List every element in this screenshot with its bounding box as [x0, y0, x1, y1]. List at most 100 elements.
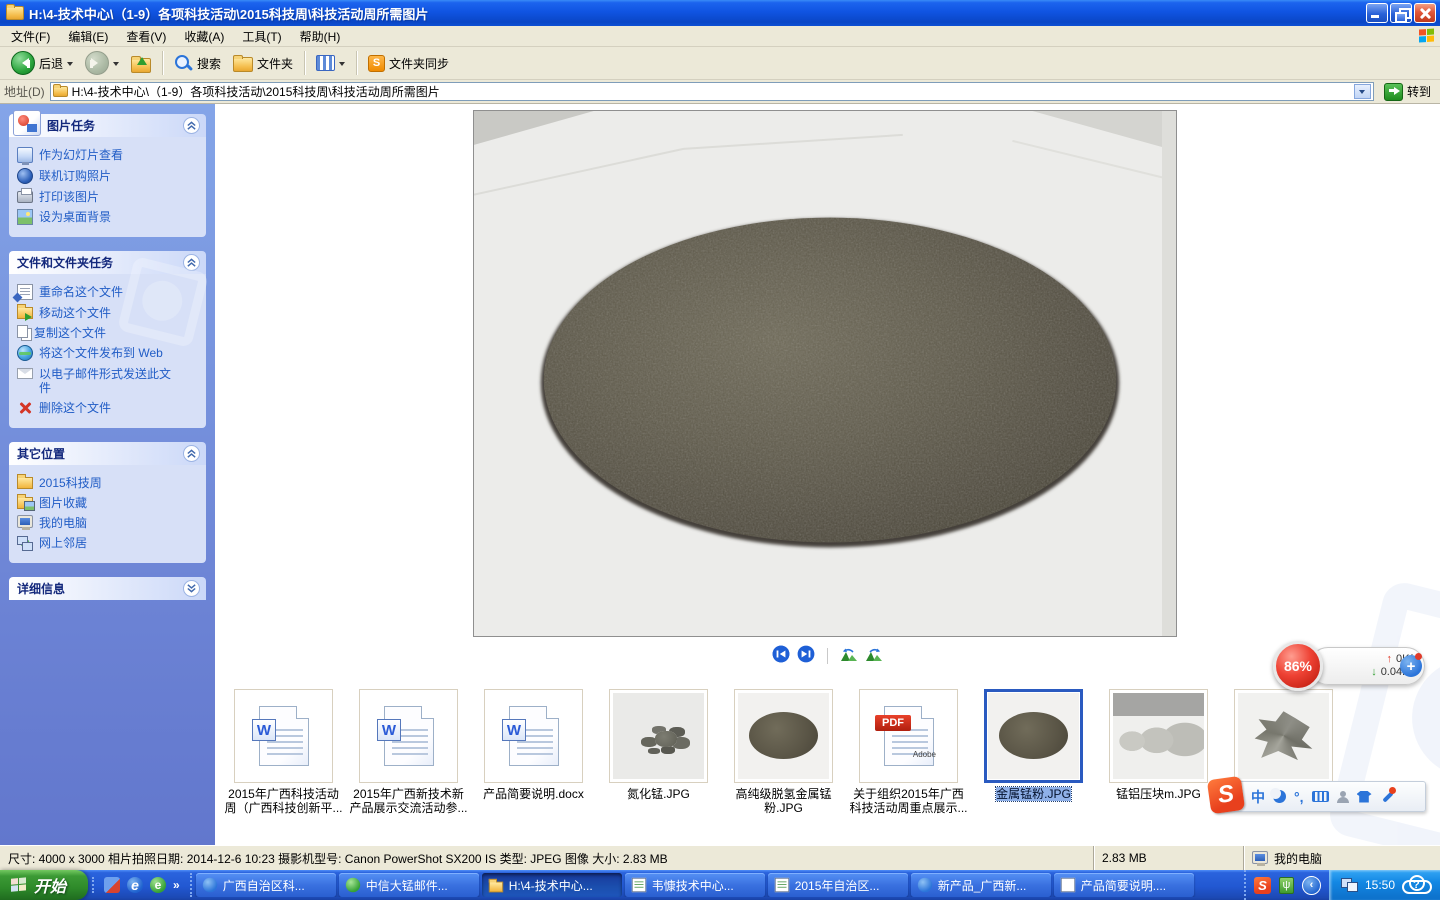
- task-link[interactable]: 删除这个文件: [17, 398, 200, 419]
- thumbnail-label[interactable]: 关于组织2015年广西科技活动周重点展示...: [848, 787, 969, 815]
- thumbnail-label[interactable]: 2015年广西新技术新产品展示交流活动参...: [348, 787, 469, 815]
- task-link[interactable]: 将这个文件发布到 Web: [17, 343, 200, 364]
- thumbnail[interactable]: W 2015年广西新技术新产品展示交流活动参...: [348, 689, 469, 815]
- menu-item[interactable]: 工具(T): [233, 28, 290, 46]
- thumbnail-label[interactable]: 高纯级脱氢金属锰粉.JPG: [723, 787, 844, 815]
- task-icon: [17, 191, 33, 203]
- skin-icon[interactable]: [1357, 791, 1372, 803]
- settings-wrench-icon[interactable]: [1380, 790, 1394, 804]
- thumbnail-label[interactable]: 金属锰粉.JPG: [996, 787, 1071, 801]
- thumbnail-label[interactable]: 锰铝压块m.JPG: [1116, 787, 1201, 801]
- ime-mode-chinese[interactable]: 中: [1251, 790, 1265, 804]
- thumbnail-label[interactable]: 2015年广西科技活动周（广西科技创新平...: [223, 787, 344, 815]
- close-button[interactable]: [1414, 3, 1436, 23]
- back-button[interactable]: 后退: [6, 49, 78, 77]
- sogou-logo-icon[interactable]: S: [1207, 775, 1245, 813]
- thumbnail[interactable]: W 2015年广西科技活动周（广西科技创新平...: [223, 689, 344, 815]
- expand-chevron-icon[interactable]: [183, 580, 200, 597]
- thumbnail[interactable]: 高纯级脱氢金属锰粉.JPG: [723, 689, 844, 815]
- quick-launch-app-icon[interactable]: [104, 877, 120, 893]
- thumbnail[interactable]: W 产品简要说明.docx: [473, 689, 594, 815]
- taskbar-window-button[interactable]: 新产品_广西新...: [911, 873, 1051, 897]
- network-icon[interactable]: [1341, 878, 1358, 892]
- thumbnail-image[interactable]: [734, 689, 833, 783]
- address-input[interactable]: H:\4-技术中心\（1-9）各项科技活动\2015科技周\科技活动周所需图片: [50, 82, 1374, 101]
- menu-item[interactable]: 编辑(E): [59, 28, 117, 46]
- punctuation-icon[interactable]: °,: [1294, 790, 1304, 804]
- thumbnail-image[interactable]: W: [359, 689, 458, 783]
- task-link[interactable]: 打印该图片: [17, 187, 200, 207]
- folders-button[interactable]: 文件夹: [228, 52, 298, 74]
- thumbnail-image[interactable]: PDF Adobe: [859, 689, 958, 783]
- address-dropdown-icon[interactable]: [1354, 84, 1371, 99]
- thumbnail-label[interactable]: 产品简要说明.docx: [483, 787, 584, 801]
- person-icon[interactable]: [1337, 791, 1349, 803]
- sogou-tray-icon[interactable]: S: [1254, 877, 1271, 894]
- panel-header[interactable]: 详细信息: [9, 577, 206, 600]
- thumbnail[interactable]: PDF Adobe 关于组织2015年广西科技活动周重点展示...: [848, 689, 969, 815]
- clock[interactable]: 15:50: [1365, 878, 1395, 892]
- search-button[interactable]: 搜索: [169, 52, 226, 75]
- panel-header[interactable]: 图片任务: [9, 114, 206, 137]
- thumbnail[interactable]: 锰铝压块m.JPG: [1098, 689, 1219, 815]
- taskbar-window-button[interactable]: 中信大锰邮件...: [339, 873, 479, 897]
- place-link[interactable]: 2015科技周: [17, 473, 200, 493]
- green-browser-icon[interactable]: e: [150, 877, 166, 893]
- back-dropdown-icon[interactable]: [67, 62, 73, 69]
- place-link[interactable]: 我的电脑: [17, 513, 200, 533]
- collapse-tray-icon[interactable]: ‹: [1302, 876, 1321, 895]
- plus-button[interactable]: +: [1400, 655, 1422, 677]
- place-link[interactable]: 网上邻居: [17, 533, 200, 554]
- thumbnail-image[interactable]: [609, 689, 708, 783]
- previous-image-button[interactable]: [772, 645, 790, 666]
- thumbnail-image[interactable]: [1109, 689, 1208, 783]
- thumbnail-image[interactable]: [984, 689, 1083, 783]
- views-dropdown-icon[interactable]: [339, 62, 345, 69]
- taskbar-window-button[interactable]: H:\4-技术中心...: [482, 873, 622, 897]
- collapse-chevron-icon[interactable]: [183, 117, 200, 134]
- menu-item[interactable]: 帮助(H): [291, 28, 350, 46]
- forward-dropdown-icon[interactable]: [113, 62, 119, 69]
- keyboard-icon[interactable]: [1312, 791, 1329, 802]
- thumbnail[interactable]: 氮化锰.JPG: [598, 689, 719, 815]
- thumbnail[interactable]: 金属锰粉.JPG: [973, 689, 1094, 815]
- views-button[interactable]: [311, 53, 350, 73]
- place-link[interactable]: 图片收藏: [17, 493, 200, 513]
- place-icon: [17, 477, 33, 489]
- speed-ball-percent[interactable]: 86%: [1273, 641, 1323, 691]
- cloud-help-icon[interactable]: ?: [1402, 877, 1430, 894]
- task-link[interactable]: 联机订购照片: [17, 166, 200, 187]
- taskbar-window-button[interactable]: 广西自治区科...: [196, 873, 336, 897]
- taskbar-window-button[interactable]: 韦慷技术中心...: [625, 873, 765, 897]
- start-button[interactable]: 开始: [0, 870, 88, 900]
- internet-explorer-icon[interactable]: e: [127, 877, 143, 893]
- up-button[interactable]: [126, 52, 156, 75]
- panel-header[interactable]: 其它位置: [9, 442, 206, 465]
- thumbnail-image[interactable]: W: [484, 689, 583, 783]
- views-icon: [316, 55, 335, 71]
- moon-icon[interactable]: [1273, 790, 1286, 803]
- minimize-button[interactable]: [1366, 3, 1388, 23]
- thumbnail-label[interactable]: 氮化锰.JPG: [627, 787, 690, 801]
- speed-ball-widget[interactable]: 86% 0K/s 0.04K/s +: [1273, 641, 1425, 691]
- rotate-clockwise-button[interactable]: [865, 647, 883, 665]
- go-button[interactable]: 转到: [1379, 82, 1436, 102]
- rotate-counterclockwise-button[interactable]: [840, 647, 858, 665]
- folder-sync-button[interactable]: S 文件夹同步: [363, 53, 454, 74]
- restore-button[interactable]: [1390, 3, 1412, 23]
- thumbnail-image[interactable]: [1234, 689, 1333, 783]
- usb-device-icon[interactable]: ψ: [1279, 877, 1294, 894]
- collapse-chevron-icon[interactable]: [183, 445, 200, 462]
- menu-item[interactable]: 收藏(A): [175, 28, 233, 46]
- taskbar-window-button[interactable]: 2015年自治区...: [768, 873, 908, 897]
- menu-item[interactable]: 文件(F): [2, 28, 59, 46]
- task-link[interactable]: 设为桌面背景: [17, 207, 200, 228]
- menu-item[interactable]: 查看(V): [117, 28, 175, 46]
- thumbnail-image[interactable]: W: [234, 689, 333, 783]
- quick-launch-overflow[interactable]: »: [173, 878, 180, 892]
- task-link[interactable]: 以电子邮件形式发送此文件: [17, 364, 200, 398]
- forward-button[interactable]: [80, 49, 124, 77]
- task-link[interactable]: 作为幻灯片查看: [17, 145, 200, 166]
- taskbar-window-button[interactable]: 产品简要说明....: [1054, 873, 1194, 897]
- next-image-button[interactable]: [797, 645, 815, 666]
